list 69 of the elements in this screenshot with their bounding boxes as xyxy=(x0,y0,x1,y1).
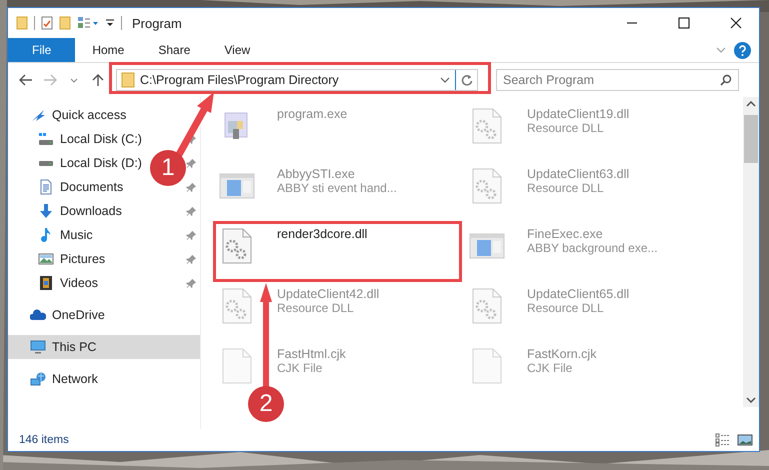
download-icon xyxy=(39,204,53,218)
pin-icon[interactable] xyxy=(186,206,197,216)
refresh-icon[interactable] xyxy=(460,74,472,86)
music-note-icon xyxy=(41,228,51,242)
help-icon[interactable] xyxy=(734,42,751,58)
folder-icon[interactable] xyxy=(16,16,28,30)
ribbon-tab[interactable]: View xyxy=(207,38,268,62)
dropdown-icon[interactable] xyxy=(105,18,115,28)
scroll-down-icon[interactable] xyxy=(746,397,756,403)
close-icon[interactable] xyxy=(730,17,742,29)
pin-icon[interactable] xyxy=(186,158,197,168)
forward-arrow-icon[interactable] xyxy=(43,74,57,86)
file-type: CJK File xyxy=(527,361,574,375)
drive-icon xyxy=(38,132,54,146)
scrollbar[interactable] xyxy=(743,97,759,407)
nav-item[interactable]: Quick access xyxy=(52,108,126,122)
details-view-icon[interactable] xyxy=(715,433,731,447)
file-type: CJK File xyxy=(277,361,324,375)
monitor-icon xyxy=(30,340,46,354)
cloud-icon xyxy=(30,309,46,321)
pin-icon[interactable] xyxy=(186,230,197,240)
maximize-icon[interactable] xyxy=(678,17,690,29)
new-folder-icon[interactable] xyxy=(59,16,71,30)
chevron-down-icon[interactable] xyxy=(70,78,78,82)
window-title: Program xyxy=(132,16,183,30)
file-type: ABBY background exe... xyxy=(527,241,658,255)
scroll-up-icon[interactable] xyxy=(746,101,756,107)
file-name[interactable]: render3dcore.dll xyxy=(277,227,368,241)
network-icon xyxy=(30,372,46,386)
nav-highlight[interactable]: This PC xyxy=(8,335,200,359)
nav-item[interactable]: Local Disk (D:) xyxy=(60,156,142,170)
search-icon[interactable] xyxy=(720,74,732,86)
file-type: Resource DLL xyxy=(527,121,605,135)
nav-item[interactable]: This PC xyxy=(52,340,96,354)
folder-icon xyxy=(121,72,135,88)
drive-icon xyxy=(38,160,54,166)
up-arrow-icon[interactable] xyxy=(92,73,104,87)
ribbon-tab[interactable]: Share xyxy=(141,38,208,62)
nav-item[interactable]: Documents xyxy=(60,180,124,194)
nav-item[interactable]: Network xyxy=(52,372,98,386)
address-path: C:\Program Files\Program Directory xyxy=(140,73,340,87)
view-options-icon[interactable] xyxy=(77,16,99,30)
file-type: Resource DLL xyxy=(277,301,355,315)
pin-icon[interactable] xyxy=(186,182,197,192)
pin-icon[interactable] xyxy=(186,278,197,288)
file-type: Resource DLL xyxy=(527,301,605,315)
back-arrow-icon[interactable] xyxy=(19,74,33,86)
nav-item[interactable]: Local Disk (C:) xyxy=(60,132,142,146)
item-count: 146 items xyxy=(19,434,69,446)
large-icons-view-icon[interactable] xyxy=(737,433,753,447)
properties-icon[interactable] xyxy=(41,16,53,30)
nav-item[interactable]: Videos xyxy=(60,276,98,290)
ribbon-tab[interactable]: Home xyxy=(75,38,142,62)
nav-item[interactable]: Downloads xyxy=(60,204,122,218)
expand-ribbon-icon[interactable] xyxy=(716,47,726,53)
document-icon xyxy=(40,179,52,195)
nav-item[interactable]: Pictures xyxy=(60,252,106,266)
picture-icon xyxy=(38,253,54,265)
film-icon xyxy=(40,276,52,290)
scroll-thumb[interactable] xyxy=(744,115,758,163)
nav-item[interactable]: Music xyxy=(60,228,93,242)
search-field[interactable]: Search Program xyxy=(496,69,739,91)
minimize-icon[interactable] xyxy=(626,22,638,24)
ribbon-tab[interactable]: File xyxy=(8,38,76,62)
file-type: Resource DLL xyxy=(527,181,605,195)
pin-icon[interactable] xyxy=(186,254,197,264)
file-type: ABBY sti event hand... xyxy=(277,181,397,195)
nav-item[interactable]: OneDrive xyxy=(52,308,105,322)
dropdown-icon[interactable] xyxy=(440,77,450,83)
